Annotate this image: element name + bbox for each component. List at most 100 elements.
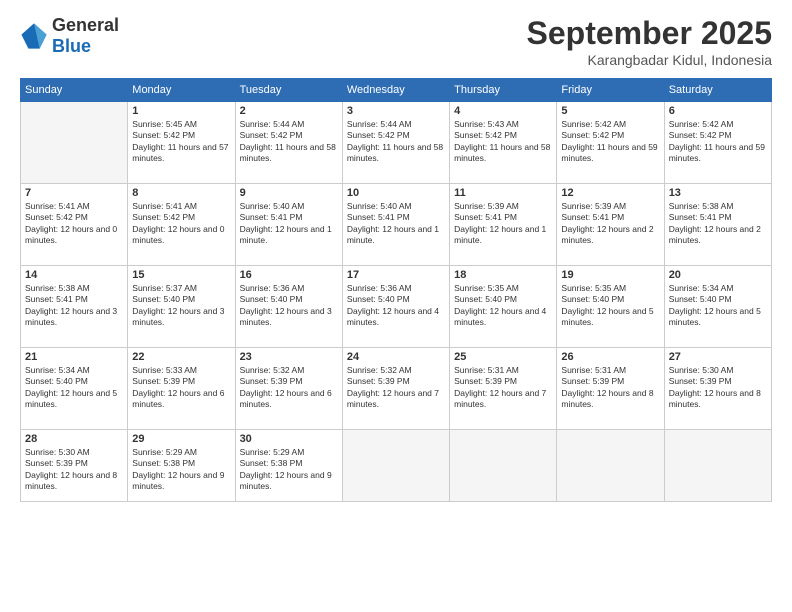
week-row-3: 14 Sunrise: 5:38 AMSunset: 5:41 PMDayligh…: [21, 266, 772, 348]
day-info: Sunrise: 5:29 AMSunset: 5:38 PMDaylight:…: [132, 447, 230, 493]
calendar-cell: 22 Sunrise: 5:33 AMSunset: 5:39 PMDayligh…: [128, 348, 235, 430]
calendar-cell: [557, 430, 664, 502]
day-number: 22: [132, 351, 230, 363]
day-number: 9: [240, 187, 338, 199]
day-info: Sunrise: 5:41 AMSunset: 5:42 PMDaylight:…: [132, 201, 230, 247]
day-info: Sunrise: 5:30 AMSunset: 5:39 PMDaylight:…: [25, 447, 123, 493]
day-info: Sunrise: 5:38 AMSunset: 5:41 PMDaylight:…: [669, 201, 767, 247]
day-info: Sunrise: 5:44 AMSunset: 5:42 PMDaylight:…: [240, 119, 338, 165]
calendar-cell: 1 Sunrise: 5:45 AMSunset: 5:42 PMDaylight…: [128, 102, 235, 184]
day-info: Sunrise: 5:44 AMSunset: 5:42 PMDaylight:…: [347, 119, 445, 165]
logo-blue-text: Blue: [52, 36, 91, 56]
day-info: Sunrise: 5:33 AMSunset: 5:39 PMDaylight:…: [132, 365, 230, 411]
week-row-5: 28 Sunrise: 5:30 AMSunset: 5:39 PMDayligh…: [21, 430, 772, 502]
day-info: Sunrise: 5:31 AMSunset: 5:39 PMDaylight:…: [561, 365, 659, 411]
day-number: 15: [132, 269, 230, 281]
day-info: Sunrise: 5:43 AMSunset: 5:42 PMDaylight:…: [454, 119, 552, 165]
day-header-wednesday: Wednesday: [342, 79, 449, 102]
title-section: September 2025 Karangbadar Kidul, Indone…: [527, 15, 772, 68]
month-title: September 2025: [527, 15, 772, 52]
day-info: Sunrise: 5:29 AMSunset: 5:38 PMDaylight:…: [240, 447, 338, 493]
day-info: Sunrise: 5:32 AMSunset: 5:39 PMDaylight:…: [347, 365, 445, 411]
logo: General Blue: [20, 15, 119, 57]
day-number: 2: [240, 105, 338, 117]
day-number: 8: [132, 187, 230, 199]
week-row-2: 7 Sunrise: 5:41 AMSunset: 5:42 PMDaylight…: [21, 184, 772, 266]
day-info: Sunrise: 5:37 AMSunset: 5:40 PMDaylight:…: [132, 283, 230, 329]
page: General Blue September 2025 Karangbadar …: [0, 0, 792, 612]
calendar-cell: 18 Sunrise: 5:35 AMSunset: 5:40 PMDayligh…: [450, 266, 557, 348]
day-number: 26: [561, 351, 659, 363]
day-number: 30: [240, 433, 338, 445]
day-info: Sunrise: 5:42 AMSunset: 5:42 PMDaylight:…: [561, 119, 659, 165]
day-number: 28: [25, 433, 123, 445]
calendar-cell: 28 Sunrise: 5:30 AMSunset: 5:39 PMDayligh…: [21, 430, 128, 502]
day-number: 18: [454, 269, 552, 281]
day-number: 11: [454, 187, 552, 199]
day-info: Sunrise: 5:34 AMSunset: 5:40 PMDaylight:…: [25, 365, 123, 411]
calendar-cell: 16Sunrise: 5:36 AMSunset: 5:40 PMDayligh…: [235, 266, 342, 348]
day-info: Sunrise: 5:42 AMSunset: 5:42 PMDaylight:…: [669, 119, 767, 165]
calendar-cell: 19Sunrise: 5:35 AMSunset: 5:40 PMDayligh…: [557, 266, 664, 348]
calendar-cell: 7 Sunrise: 5:41 AMSunset: 5:42 PMDaylight…: [21, 184, 128, 266]
calendar-cell: 10Sunrise: 5:40 AMSunset: 5:41 PMDayligh…: [342, 184, 449, 266]
day-info: Sunrise: 5:34 AMSunset: 5:40 PMDaylight:…: [669, 283, 767, 329]
calendar-cell: 29 Sunrise: 5:29 AMSunset: 5:38 PMDayligh…: [128, 430, 235, 502]
day-info: Sunrise: 5:30 AMSunset: 5:39 PMDaylight:…: [669, 365, 767, 411]
day-header-tuesday: Tuesday: [235, 79, 342, 102]
day-number: 25: [454, 351, 552, 363]
day-number: 17: [347, 269, 445, 281]
day-header-monday: Monday: [128, 79, 235, 102]
calendar-cell: 30 Sunrise: 5:29 AMSunset: 5:38 PMDayligh…: [235, 430, 342, 502]
calendar-cell: 2 Sunrise: 5:44 AMSunset: 5:42 PMDaylight…: [235, 102, 342, 184]
day-number: 24: [347, 351, 445, 363]
day-number: 6: [669, 105, 767, 117]
calendar-cell: 6 Sunrise: 5:42 AMSunset: 5:42 PMDaylight…: [664, 102, 771, 184]
calendar-cell: 12 Sunrise: 5:39 AMSunset: 5:41 PMDayligh…: [557, 184, 664, 266]
day-info: Sunrise: 5:38 AMSunset: 5:41 PMDaylight:…: [25, 283, 123, 329]
day-number: 19: [561, 269, 659, 281]
calendar-cell: 3 Sunrise: 5:44 AMSunset: 5:42 PMDaylight…: [342, 102, 449, 184]
day-number: 29: [132, 433, 230, 445]
days-header-row: SundayMondayTuesdayWednesdayThursdayFrid…: [21, 79, 772, 102]
calendar-cell: [664, 430, 771, 502]
calendar-cell: [450, 430, 557, 502]
location: Karangbadar Kidul, Indonesia: [527, 52, 772, 68]
day-info: Sunrise: 5:39 AMSunset: 5:41 PMDaylight:…: [561, 201, 659, 247]
day-info: Sunrise: 5:45 AMSunset: 5:42 PMDaylight:…: [132, 119, 230, 165]
calendar-cell: 11 Sunrise: 5:39 AMSunset: 5:41 PMDayligh…: [450, 184, 557, 266]
week-row-1: 1 Sunrise: 5:45 AMSunset: 5:42 PMDaylight…: [21, 102, 772, 184]
day-number: 3: [347, 105, 445, 117]
logo-icon: [20, 22, 48, 50]
calendar-cell: 4 Sunrise: 5:43 AMSunset: 5:42 PMDaylight…: [450, 102, 557, 184]
day-info: Sunrise: 5:39 AMSunset: 5:41 PMDaylight:…: [454, 201, 552, 247]
day-number: 10: [347, 187, 445, 199]
day-number: 7: [25, 187, 123, 199]
day-number: 12: [561, 187, 659, 199]
day-number: 4: [454, 105, 552, 117]
calendar-cell: 15 Sunrise: 5:37 AMSunset: 5:40 PMDayligh…: [128, 266, 235, 348]
day-number: 1: [132, 105, 230, 117]
calendar-cell: 17Sunrise: 5:36 AMSunset: 5:40 PMDayligh…: [342, 266, 449, 348]
day-number: 23: [240, 351, 338, 363]
day-number: 20: [669, 269, 767, 281]
calendar-cell: 21 Sunrise: 5:34 AMSunset: 5:40 PMDayligh…: [21, 348, 128, 430]
day-info: Sunrise: 5:35 AMSunset: 5:40 PMDaylight:…: [454, 283, 552, 329]
day-number: 16: [240, 269, 338, 281]
day-header-friday: Friday: [557, 79, 664, 102]
day-number: 21: [25, 351, 123, 363]
day-number: 27: [669, 351, 767, 363]
day-number: 14: [25, 269, 123, 281]
calendar-cell: [342, 430, 449, 502]
day-number: 13: [669, 187, 767, 199]
calendar-cell: 20 Sunrise: 5:34 AMSunset: 5:40 PMDayligh…: [664, 266, 771, 348]
day-header-saturday: Saturday: [664, 79, 771, 102]
day-header-sunday: Sunday: [21, 79, 128, 102]
day-info: Sunrise: 5:41 AMSunset: 5:42 PMDaylight:…: [25, 201, 123, 247]
day-info: Sunrise: 5:31 AMSunset: 5:39 PMDaylight:…: [454, 365, 552, 411]
calendar-table: SundayMondayTuesdayWednesdayThursdayFrid…: [20, 78, 772, 502]
calendar-cell: 8 Sunrise: 5:41 AMSunset: 5:42 PMDaylight…: [128, 184, 235, 266]
calendar-cell: 24 Sunrise: 5:32 AMSunset: 5:39 PMDayligh…: [342, 348, 449, 430]
header: General Blue September 2025 Karangbadar …: [20, 15, 772, 68]
day-header-thursday: Thursday: [450, 79, 557, 102]
